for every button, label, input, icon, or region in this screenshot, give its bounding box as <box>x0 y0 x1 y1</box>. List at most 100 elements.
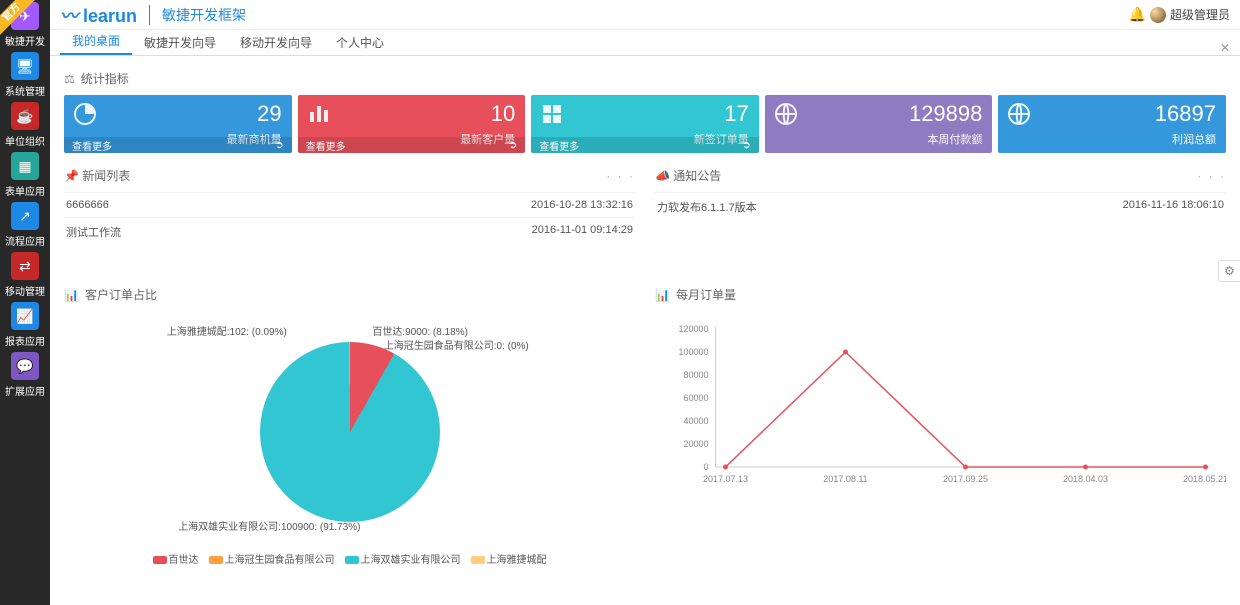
chart-title: 客户订单占比 <box>85 286 157 303</box>
tile-customers[interactable]: 10 最新客户量 查看更多➲ <box>298 95 526 153</box>
brand-name: learun <box>83 6 137 26</box>
tile-value: 17 <box>541 101 749 127</box>
chat-icon: 💬 <box>11 352 39 380</box>
sidebar-item-flow[interactable]: ↗流程应用 <box>0 200 50 250</box>
tile-profit[interactable]: 16897 利润总额 <box>998 95 1226 153</box>
tile-payments[interactable]: 129898 本周付款额 <box>765 95 993 153</box>
tab-desktop[interactable]: 我的桌面 <box>60 28 132 55</box>
sidebar-item-agile[interactable]: ✈ 敏捷开发 <box>0 0 50 50</box>
stat-tiles: 29 最新商机量 查看更多➲ 10 最新客户量 查看更多➲ 17 新签订单量 查… <box>64 95 1226 153</box>
megaphone-icon: 📣 <box>655 169 670 183</box>
windows-icon <box>539 101 565 127</box>
news-title: 测试工作流 <box>66 224 121 240</box>
svg-text:60000: 60000 <box>683 393 708 403</box>
svg-text:100000: 100000 <box>678 347 708 357</box>
sidebar-item-label: 移动管理 <box>5 283 45 298</box>
tile-value: 29 <box>74 101 282 127</box>
avatar[interactable] <box>1150 7 1166 23</box>
circle-right-icon: ➲ <box>742 140 750 151</box>
list-item[interactable]: 6666666 2016-10-28 13:32:16 <box>64 192 635 217</box>
news-more[interactable]: · · · <box>606 169 635 183</box>
legend-item: 上海双雄实业有限公司 <box>361 555 461 566</box>
bar-chart-icon: 📊 <box>655 288 670 302</box>
notice-header: 通知公告 <box>673 169 721 183</box>
notice-time: 2016-11-16 18:06:10 <box>1123 199 1224 215</box>
tile-orders[interactable]: 17 新签订单量 查看更多➲ <box>531 95 759 153</box>
plane-icon: ✈ <box>11 2 39 30</box>
sidebar-item-ext[interactable]: 💬扩展应用 <box>0 350 50 400</box>
sidebar-item-report[interactable]: 📈 报表应用 <box>0 300 50 350</box>
news-time: 2016-11-01 09:14:29 <box>532 224 633 240</box>
tile-value: 10 <box>308 101 516 127</box>
chart-icon: 📈 <box>11 302 39 330</box>
svg-text:2018.04.03: 2018.04.03 <box>1063 474 1108 484</box>
svg-text:40000: 40000 <box>683 416 708 426</box>
news-time: 2016-10-28 13:32:16 <box>531 199 633 211</box>
stats-header: ⚖ 统计指标 <box>64 70 1226 87</box>
pie-label-d: 上海雅捷城配:102: (0.09%) <box>167 323 287 338</box>
tabs-bar: 我的桌面 敏捷开发向导 移动开发向导 个人中心 ✕ <box>50 30 1240 56</box>
pin-icon: 📌 <box>64 169 79 183</box>
sidebar-item-label: 系统管理 <box>5 83 45 98</box>
section-title-text: 统计指标 <box>81 70 129 87</box>
list-item[interactable]: 测试工作流 2016-11-01 09:14:29 <box>64 217 635 246</box>
tab-profile[interactable]: 个人中心 <box>324 30 396 55</box>
circle-right-icon: ➲ <box>275 140 283 151</box>
sidebar-item-org[interactable]: ☕单位组织 <box>0 100 50 150</box>
tile-value: 129898 <box>775 101 983 127</box>
svg-text:2017.07.13: 2017.07.13 <box>703 474 748 484</box>
globe-icon <box>1006 101 1032 127</box>
svg-text:0: 0 <box>703 462 708 472</box>
line-canvas: 120000 100000 80000 60000 40000 20000 0 <box>655 317 1226 517</box>
tile-more[interactable]: 查看更多 <box>72 138 112 153</box>
settings-gear-icon[interactable]: ⚙ <box>1218 260 1240 282</box>
sidebar-item-label: 报表应用 <box>5 333 45 348</box>
bar-chart-icon: 📊 <box>64 288 79 302</box>
brand-logo: 〰 learun <box>60 2 137 28</box>
tab-mobile-wizard[interactable]: 移动开发向导 <box>228 30 324 55</box>
tile-more[interactable]: 查看更多 <box>539 138 579 153</box>
news-title: 6666666 <box>66 199 109 211</box>
notice-title: 力软发布6.1.1.7版本 <box>657 199 757 215</box>
line-chart: 📊 每月订单量 120000 100000 80000 60000 40000 2… <box>655 286 1226 566</box>
pie-legend: 百世达 上海冠生园食品有限公司 上海双雄实业有限公司 上海雅捷城配 <box>64 551 635 566</box>
pie-label-c: 上海双雄实业有限公司:100900: (91.73%) <box>178 518 360 533</box>
svg-text:20000: 20000 <box>683 439 708 449</box>
tab-agile-wizard[interactable]: 敏捷开发向导 <box>132 30 228 55</box>
scale-icon: ⚖ <box>64 72 75 86</box>
news-header: 新闻列表 <box>82 169 130 183</box>
chart-title: 每月订单量 <box>676 286 736 303</box>
tile-value: 16897 <box>1008 101 1216 127</box>
pie-label-a: 百世达:9000: (8.18%) <box>372 323 468 338</box>
tile-label: 本周付款额 <box>775 131 983 147</box>
sidebar-item-system[interactable]: 🖥系统管理 <box>0 50 50 100</box>
main-content: ⚖ 统计指标 29 最新商机量 查看更多➲ 10 最新客户量 查看更多➲ 17 … <box>50 56 1240 605</box>
pie-icon <box>72 101 98 127</box>
legend-item: 百世达 <box>169 555 199 566</box>
list-item[interactable]: 力软发布6.1.1.7版本 2016-11-16 18:06:10 <box>655 192 1226 221</box>
notice-column: 📣 通知公告 · · · 力软发布6.1.1.7版本 2016-11-16 18… <box>655 167 1226 246</box>
close-tabs-icon[interactable]: ✕ <box>1220 41 1230 55</box>
notifications-icon[interactable]: 🔔 <box>1129 6 1146 23</box>
user-name[interactable]: 超级管理员 <box>1170 6 1230 23</box>
grid-icon: ▦ <box>11 152 39 180</box>
sidebar-item-label: 敏捷开发 <box>5 33 45 48</box>
sidebar-item-mobile[interactable]: ⇄移动管理 <box>0 250 50 300</box>
bars-icon <box>306 101 332 127</box>
coffee-icon: ☕ <box>11 102 39 130</box>
svg-text:2017.08.11: 2017.08.11 <box>823 474 867 484</box>
tile-business[interactable]: 29 最新商机量 查看更多➲ <box>64 95 292 153</box>
sidebar-item-form[interactable]: ▦表单应用 <box>0 150 50 200</box>
circle-right-icon: ➲ <box>509 140 517 151</box>
svg-text:2017.09.25: 2017.09.25 <box>943 474 988 484</box>
tile-more[interactable]: 查看更多 <box>306 138 346 153</box>
legend-item: 上海雅捷城配 <box>487 555 547 566</box>
topbar: 〰 learun 敏捷开发框架 🔔 超级管理员 <box>50 0 1240 30</box>
globe-icon <box>773 101 799 127</box>
notice-more[interactable]: · · · <box>1197 169 1226 183</box>
brand-subtitle: 敏捷开发框架 <box>149 5 246 25</box>
swoosh-icon: 〰 <box>60 6 78 26</box>
pie-chart: 📊客户订单占比 百世达:9000: (8.18%) 上海冠生园食品有限公司:0:… <box>64 286 635 566</box>
sidebar-item-label: 流程应用 <box>5 233 45 248</box>
sidebar: 官方 ✈敏捷开发 🖥系统管理 ☕单位组织 ▦表单应用 ↗流程应用 ⇄移动管理 📈… <box>0 0 50 605</box>
